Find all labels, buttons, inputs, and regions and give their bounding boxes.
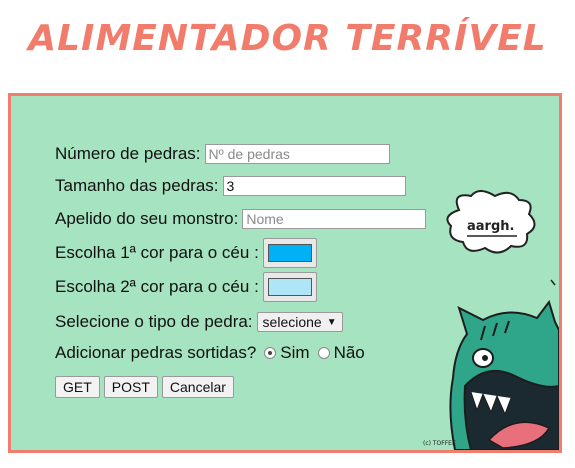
get-button[interactable]: GET — [55, 376, 100, 398]
cor1-color-picker[interactable] — [262, 238, 317, 268]
apelido-label: Apelido do seu monstro: — [55, 209, 239, 228]
tamanho-input[interactable] — [222, 176, 406, 196]
tipo-pedra-select[interactable]: selecione ▼ — [256, 312, 343, 332]
nao-radio[interactable] — [317, 347, 330, 359]
row-tamanho: Tamanho das pedras: — [55, 176, 406, 196]
cor1-label: Escolha 1ª cor para o céu : — [55, 243, 259, 262]
monster-illustration: aargh. (c) TOFFEE — [423, 190, 559, 450]
row-num-pedras: Número de pedras: — [55, 144, 390, 164]
art-credit: (c) TOFFEE — [423, 440, 456, 447]
nao-radio-label[interactable]: Não — [334, 343, 365, 363]
cor2-swatch — [267, 278, 312, 296]
row-sortidas: Adicionar pedras sortidas? Sim Não — [55, 343, 365, 363]
form-panel: Número de pedras: Tamanho das pedras: Ap… — [8, 93, 562, 453]
chevron-down-icon: ▼ — [326, 316, 337, 328]
row-cor1: Escolha 1ª cor para o céu : — [55, 238, 317, 268]
row-buttons: GET POST Cancelar — [55, 376, 238, 398]
cor2-color-picker[interactable] — [262, 272, 317, 302]
cor2-label: Escolha 2ª cor para o céu : — [55, 277, 259, 296]
post-button[interactable]: POST — [103, 376, 158, 398]
speech-text: aargh. — [467, 219, 514, 234]
sortidas-label: Adicionar pedras sortidas? — [55, 343, 257, 362]
row-cor2: Escolha 2ª cor para o céu : — [55, 272, 317, 302]
row-apelido: Apelido do seu monstro: — [55, 209, 427, 229]
num-pedras-label: Número de pedras: — [55, 144, 201, 163]
tamanho-label: Tamanho das pedras: — [55, 176, 219, 195]
apelido-input[interactable] — [242, 209, 427, 229]
cor1-swatch — [267, 244, 312, 262]
sim-radio[interactable] — [264, 347, 277, 359]
page-title: ALIMENTADOR TERRÍVEL — [28, 18, 547, 59]
tipo-label: Selecione o tipo de pedra: — [55, 312, 253, 331]
tipo-pedra-selected: selecione — [262, 314, 322, 330]
page-title-container: ALIMENTADOR TERRÍVEL — [0, 18, 575, 59]
cancel-button[interactable]: Cancelar — [161, 376, 234, 398]
sim-radio-label[interactable]: Sim — [280, 343, 309, 363]
row-tipo: Selecione o tipo de pedra: selecione ▼ — [55, 312, 343, 332]
num-pedras-input[interactable] — [204, 144, 390, 164]
